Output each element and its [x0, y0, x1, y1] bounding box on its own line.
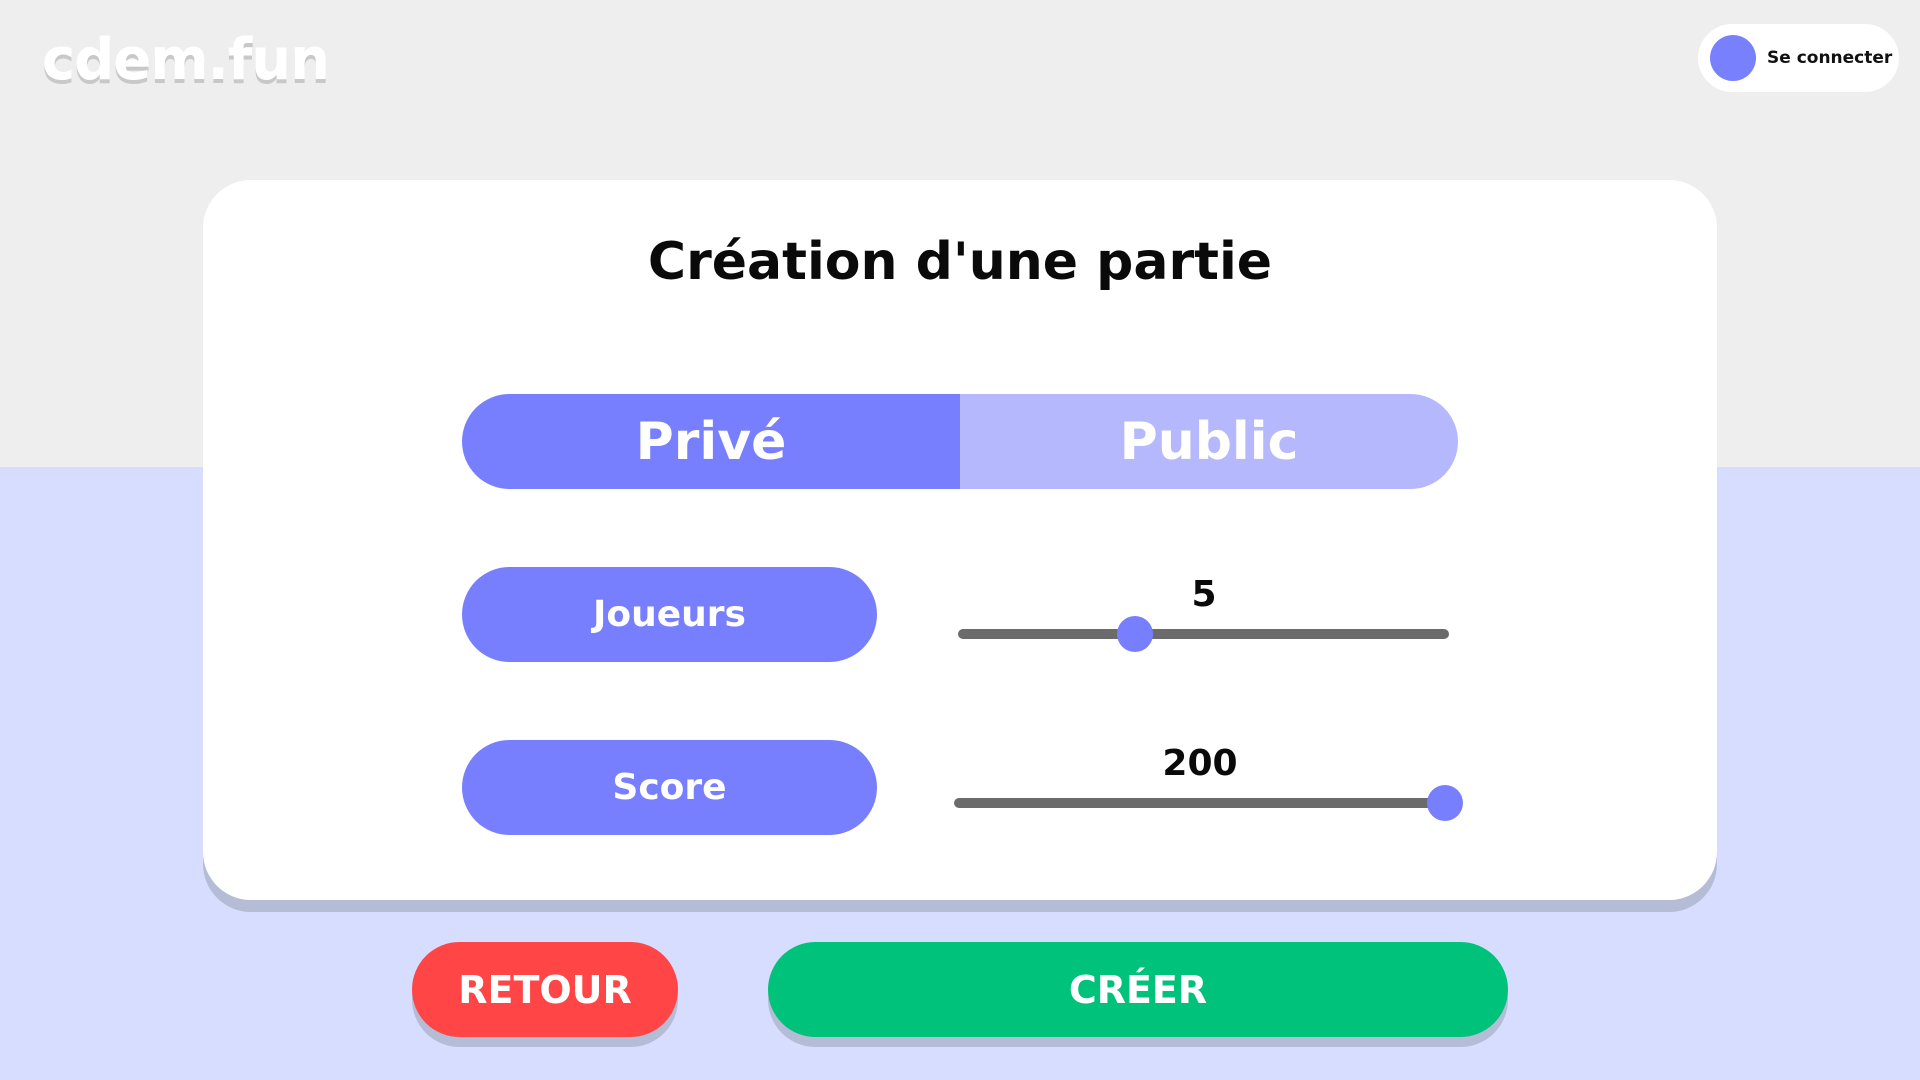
score-value: 200	[1162, 743, 1238, 784]
avatar-icon	[1710, 35, 1756, 81]
score-slider[interactable]	[954, 785, 1463, 821]
score-slider-thumb[interactable]	[1426, 785, 1463, 821]
site-logo[interactable]: cdem.fun	[42, 28, 330, 93]
players-slider[interactable]	[958, 616, 1449, 652]
page-title: Création d'une partie	[647, 232, 1273, 292]
login-button[interactable]: Se connecter	[1698, 24, 1899, 92]
score-label: Score	[462, 740, 877, 835]
login-label: Se connecter	[1767, 48, 1893, 68]
players-label: Joueurs	[462, 567, 877, 662]
toggle-option-private[interactable]: Privé	[462, 394, 960, 489]
back-button[interactable]: RETOUR	[412, 942, 678, 1037]
toggle-option-public[interactable]: Public	[960, 394, 1458, 489]
visibility-toggle: Privé Public	[462, 394, 1458, 489]
players-value: 5	[1191, 574, 1217, 615]
create-button[interactable]: CRÉER	[768, 942, 1508, 1037]
players-slider-thumb[interactable]	[1116, 616, 1153, 652]
